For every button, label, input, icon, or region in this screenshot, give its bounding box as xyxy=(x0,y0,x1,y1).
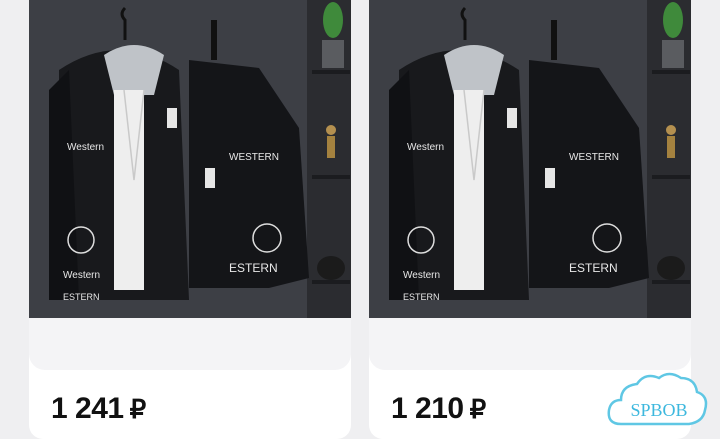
product-grid: Western WESTERN ESTERN Western ESTERN 1 … xyxy=(0,0,720,439)
svg-text:Western: Western xyxy=(407,142,444,153)
svg-text:ESTERN: ESTERN xyxy=(403,292,440,302)
price: 1 241 ₽ xyxy=(51,392,146,426)
jacket-photo: Western WESTERN ESTERN Western ESTERN xyxy=(29,0,351,318)
price-value: 1 241 xyxy=(51,392,124,425)
svg-text:Western: Western xyxy=(63,270,100,281)
svg-text:Western: Western xyxy=(403,270,440,281)
product-image[interactable]: Western WESTERN ESTERN Western ESTERN xyxy=(369,0,691,318)
svg-text:ESTERN: ESTERN xyxy=(63,292,100,302)
svg-text:ESTERN: ESTERN xyxy=(229,261,278,275)
jacket-photo: Western WESTERN ESTERN Western ESTERN xyxy=(369,0,691,318)
spbob-watermark-logo: SPBOB xyxy=(607,372,708,426)
image-footer xyxy=(29,318,351,370)
svg-text:ESTERN: ESTERN xyxy=(569,261,618,275)
image-footer xyxy=(369,318,691,370)
price: 1 210 ₽ xyxy=(391,392,486,426)
currency-symbol: ₽ xyxy=(129,394,147,424)
svg-text:WESTERN: WESTERN xyxy=(569,152,619,163)
product-card[interactable]: Western WESTERN ESTERN Western ESTERN 1 … xyxy=(29,0,351,439)
svg-text:Western: Western xyxy=(67,142,104,153)
watermark-text: SPBOB xyxy=(630,400,687,420)
product-image[interactable]: Western WESTERN ESTERN Western ESTERN xyxy=(29,0,351,318)
price-value: 1 210 xyxy=(391,392,464,425)
svg-text:WESTERN: WESTERN xyxy=(229,152,279,163)
currency-symbol: ₽ xyxy=(469,394,487,424)
